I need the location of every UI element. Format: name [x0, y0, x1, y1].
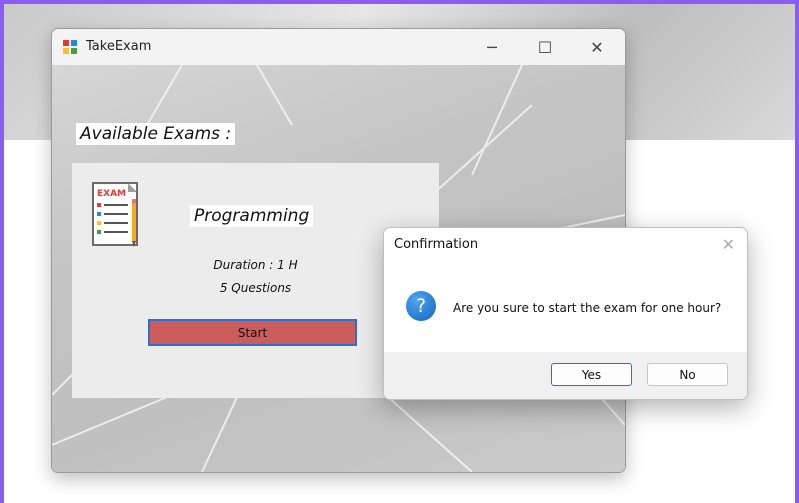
question-icon: ?	[406, 291, 436, 321]
window-title: TakeExam	[86, 39, 152, 54]
close-button[interactable]: ✕	[574, 29, 620, 65]
minimize-button[interactable]: ─	[469, 29, 515, 65]
exam-paper-icon: EXAM	[92, 182, 138, 247]
dialog-button-bar: Yes No	[384, 352, 747, 399]
window-titlebar[interactable]: TakeExam ─ ☐ ✕	[52, 29, 625, 65]
dialog-message: Are you sure to start the exam for one h…	[453, 301, 722, 315]
no-button[interactable]: No	[647, 363, 728, 386]
dialog-title: Confirmation	[394, 237, 479, 252]
exam-icon-label: EXAM	[97, 189, 126, 199]
dialog-close-icon[interactable]: ✕	[722, 235, 735, 254]
available-exams-heading: Available Exams :	[76, 123, 236, 145]
exam-name: Programming	[190, 205, 314, 227]
app-icon	[63, 40, 77, 54]
maximize-button[interactable]: ☐	[522, 29, 568, 65]
confirmation-dialog: Confirmation ✕ ? Are you sure to start t…	[383, 227, 748, 400]
yes-button[interactable]: Yes	[551, 363, 632, 386]
start-exam-button[interactable]: Start	[148, 319, 357, 346]
